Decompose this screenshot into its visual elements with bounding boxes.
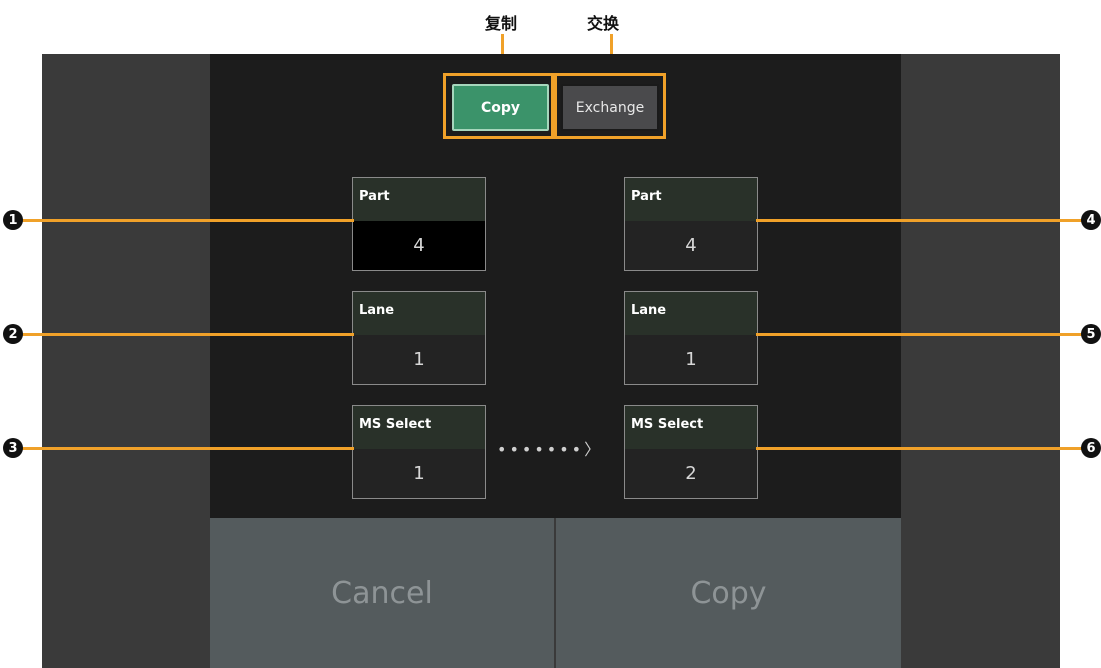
source-part-value: 4 [353,221,485,270]
destination-ms-select-field[interactable]: MS Select 2 [624,405,758,499]
marker-line-4 [756,219,1086,222]
marker-1: 1 [3,210,23,230]
source-lane-field[interactable]: Lane 1 [352,291,486,385]
exchange-mode-button[interactable]: Exchange [561,84,659,131]
copy-mode-button[interactable]: Copy [452,84,549,131]
destination-lane-field[interactable]: Lane 1 [624,291,758,385]
source-part-label: Part [353,178,485,221]
marker-line-6 [756,447,1086,450]
source-lane-value: 1 [413,349,425,370]
source-part-field[interactable]: Part 4 [352,177,486,271]
destination-lane-label: Lane [625,292,757,335]
source-ms-select-value: 1 [413,463,425,484]
copy-execute-button[interactable]: Copy [556,518,901,668]
source-lane-label: Lane [353,292,485,335]
copy-direction-arrow: •••••••〉 [497,440,604,459]
destination-ms-select-value: 2 [685,463,697,484]
marker-line-3 [22,447,354,450]
marker-2: 2 [3,324,23,344]
destination-part-value: 4 [685,235,697,256]
marker-line-1 [22,219,354,222]
marker-line-5 [756,333,1086,336]
marker-4: 4 [1081,210,1101,230]
cancel-button[interactable]: Cancel [210,518,554,668]
destination-part-label: Part [625,178,757,221]
marker-6: 6 [1081,438,1101,458]
marker-5: 5 [1081,324,1101,344]
destination-lane-value: 1 [685,349,697,370]
destination-ms-select-label: MS Select [625,406,757,449]
source-ms-select-label: MS Select [353,406,485,449]
marker-line-2 [22,333,354,336]
copy-callout-label: 复制 [485,14,518,33]
source-ms-select-field[interactable]: MS Select 1 [352,405,486,499]
destination-part-field[interactable]: Part 4 [624,177,758,271]
exchange-callout-label: 交换 [587,14,620,33]
marker-3: 3 [3,438,23,458]
